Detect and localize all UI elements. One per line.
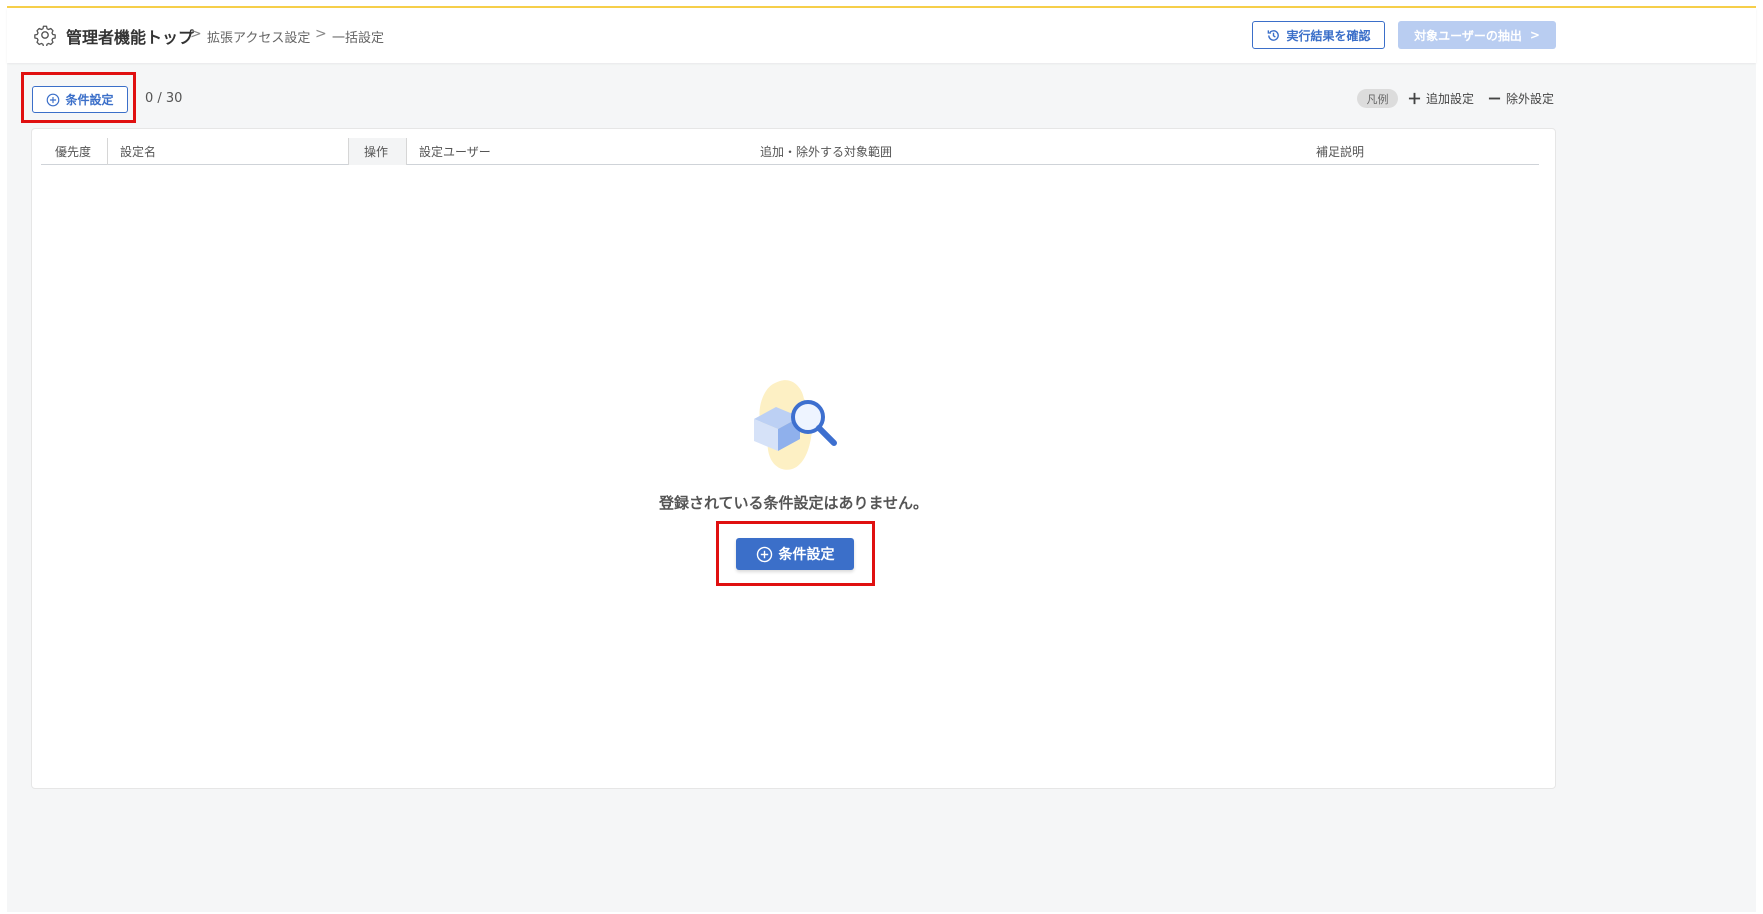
column-operation: 操作 xyxy=(364,145,389,159)
column-divider xyxy=(406,138,407,165)
legend-exclude-label: 除外設定 xyxy=(1506,92,1555,106)
breadcrumb-separator: > xyxy=(315,26,327,42)
column-setting-user: 設定ユーザー xyxy=(419,145,491,159)
breadcrumb-admin-top[interactable]: 管理者機能トップ xyxy=(66,24,194,48)
column-target-range: 追加・除外する対象範囲 xyxy=(760,145,893,159)
legend-exclude: 除外設定 xyxy=(1488,90,1554,107)
chevron-right-icon: > xyxy=(1529,28,1540,42)
history-icon xyxy=(1268,29,1280,41)
app-window: 管理者機能トップ > 拡張アクセス設定 > 一括設定 実行結果を確認 対象ユーザ… xyxy=(7,6,1756,912)
empty-state-message: 登録されている条件設定はありません。 xyxy=(658,494,929,512)
column-divider xyxy=(348,138,349,165)
header: 管理者機能トップ > 拡張アクセス設定 > 一括設定 実行結果を確認 対象ユーザ… xyxy=(7,8,1756,63)
plus-icon xyxy=(1408,92,1421,105)
column-setting-name: 設定名 xyxy=(120,145,157,159)
highlight-box-toolbar xyxy=(21,72,136,123)
breadcrumb-separator: > xyxy=(190,26,202,42)
check-results-label: 実行結果を確認 xyxy=(1286,28,1371,43)
condition-count: 0 / 30 xyxy=(145,91,183,106)
extract-users-button[interactable]: 対象ユーザーの抽出 > xyxy=(1398,21,1556,49)
column-divider xyxy=(107,138,108,165)
minus-icon xyxy=(1488,97,1501,100)
breadcrumb-bulk-settings: 一括設定 xyxy=(332,31,385,46)
extract-users-label: 対象ユーザーの抽出 xyxy=(1414,28,1522,43)
gear-icon[interactable] xyxy=(34,24,56,46)
legend-badge: 凡例 xyxy=(1357,89,1398,108)
legend-add: 追加設定 xyxy=(1408,90,1474,107)
table-header: 優先度 設定名 操作 設定ユーザー 追加・除外する対象範囲 補足説明 xyxy=(41,138,1539,165)
legend-add-label: 追加設定 xyxy=(1426,92,1475,106)
column-description: 補足説明 xyxy=(1316,145,1365,159)
breadcrumb-extended-access[interactable]: 拡張アクセス設定 xyxy=(207,27,310,46)
empty-search-illustration-icon xyxy=(754,380,837,470)
column-priority: 優先度 xyxy=(55,145,92,159)
condition-table: 優先度 設定名 操作 設定ユーザー 追加・除外する対象範囲 補足説明 登録されて… xyxy=(31,128,1556,789)
highlight-box-empty-button xyxy=(716,521,875,586)
check-results-button[interactable]: 実行結果を確認 xyxy=(1252,21,1385,49)
